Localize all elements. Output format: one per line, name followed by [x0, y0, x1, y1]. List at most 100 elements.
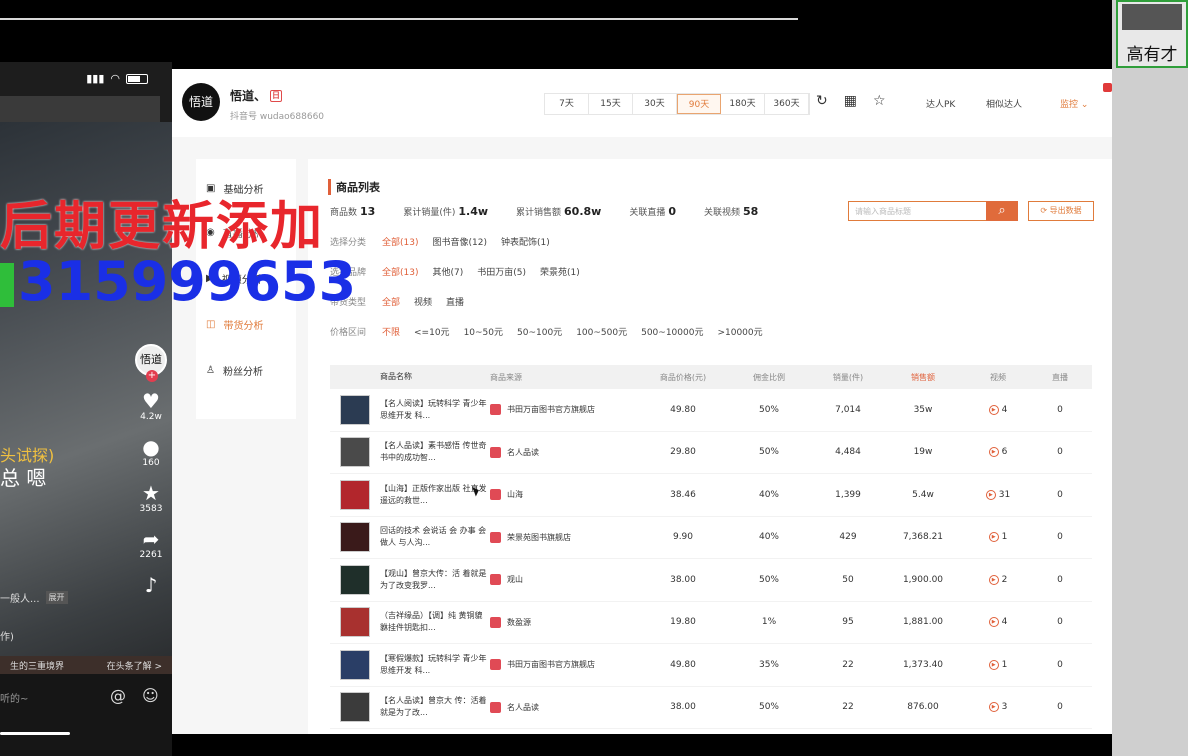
like-button[interactable]: ♥ 4.2w — [140, 390, 162, 422]
range-tab[interactable]: 15天 — [589, 94, 633, 114]
product-source[interactable]: 书田万亩图书官方旗舰店 — [490, 659, 646, 671]
range-tab[interactable]: 90天 — [677, 94, 721, 114]
table-row[interactable]: 【名人品读】曾京大 传：活着就是为了改... 名人品读 38.00 50% 22 876.… — [330, 687, 1092, 729]
filter-option[interactable]: 荣景苑(1) — [540, 265, 580, 278]
product-price: 49.80 — [670, 659, 696, 670]
table-row[interactable]: 【名人阅读】玩转科学 青少年思维开发 科... 书田万亩图书官方旗舰店 49.80 5… — [330, 389, 1092, 432]
product-search-input[interactable]: 请输入商品标题 — [848, 201, 988, 221]
music-disc[interactable]: ♪ — [145, 574, 158, 596]
column-header[interactable]: 直播 — [1028, 372, 1092, 383]
sales-count: 22 — [842, 702, 854, 713]
filter-option[interactable]: 10~50元 — [464, 325, 503, 338]
related-bar[interactable]: 生的三重境界 在头条了解 > — [0, 656, 172, 674]
filter-option[interactable]: 其他(7) — [432, 265, 463, 278]
column-header[interactable]: 视频 — [968, 372, 1028, 383]
video-count[interactable]: ▶ 31 — [968, 489, 1028, 500]
star-icon[interactable]: ☆ — [873, 93, 886, 109]
filter-option[interactable]: 不限 — [382, 325, 400, 338]
filter-option[interactable]: <=10元 — [414, 325, 450, 338]
sidebar-item-goods[interactable]: ◫ 带货分析 — [206, 317, 263, 332]
product-name[interactable]: 回话的技术 会说话 会 办事 会做人 与人沟... — [374, 525, 490, 549]
video-count[interactable]: ▶ 2 — [968, 574, 1028, 585]
table-row[interactable]: 【观山】曾京大传：活 着就是为了改变我罗... 观山 38.00 50% 50 1,900… — [330, 559, 1092, 602]
home-indicator — [0, 732, 70, 735]
column-header[interactable]: 销量(件) — [818, 372, 878, 383]
product-name[interactable]: 【名人品读】曾京大 传：活着就是为了改... — [374, 695, 490, 719]
product-thumbnail[interactable] — [340, 522, 370, 553]
favorite-button[interactable]: ★ 3583 — [140, 482, 163, 514]
product-name[interactable]: 【观山】曾京大传：活 着就是为了改变我罗... — [374, 568, 490, 592]
sidebar-item-fans[interactable]: ♙ 粉丝分析 — [206, 363, 263, 378]
filter-option[interactable]: 视频 — [414, 295, 432, 308]
monitor-link[interactable]: 监控 ⌄ — [1060, 97, 1088, 110]
product-thumbnail[interactable] — [340, 479, 370, 510]
range-tab[interactable]: 7天 — [545, 94, 589, 114]
video-count[interactable]: ▶ 6 — [968, 447, 1028, 458]
commission-rate: 50% — [758, 702, 779, 713]
similar-link[interactable]: 相似达人 — [986, 97, 1022, 110]
product-source[interactable]: 荣景苑图书旗舰店 — [490, 531, 646, 543]
product-name[interactable]: 【寒假爆款】玩转科学 青少年思维开发 科... — [374, 653, 490, 677]
comment-icon: ● — [142, 435, 160, 459]
expand-tag[interactable]: 展开 — [45, 591, 68, 604]
filter-option[interactable]: 全部 — [382, 295, 400, 308]
product-thumbnail[interactable] — [340, 692, 370, 723]
table-row[interactable]: 【名人品读】素书感悟 传世奇书中的成功智... 名人品读 29.80 50% 4,484… — [330, 432, 1092, 474]
share-button[interactable]: ➦ 2261 — [140, 528, 163, 560]
at-icon[interactable]: @ — [110, 686, 126, 705]
filter-option[interactable]: 500~10000元 — [641, 325, 703, 338]
filter-option[interactable]: 书田万亩(5) — [477, 265, 526, 278]
product-thumbnail[interactable] — [340, 607, 370, 638]
filter-option[interactable]: 直播 — [446, 295, 464, 308]
video-count[interactable]: ▶ 4 — [968, 404, 1028, 415]
column-header[interactable]: 销售额 — [878, 372, 968, 383]
follow-plus-icon[interactable]: + — [146, 370, 158, 382]
qrcode-icon[interactable]: ▦ — [844, 93, 857, 109]
product-name[interactable]: 【名人阅读】玩转科学 青少年思维开发 科... — [374, 398, 490, 422]
video-count[interactable]: ▶ 1 — [968, 659, 1028, 670]
search-button[interactable]: ⌕ — [986, 201, 1018, 221]
product-price: 38.00 — [670, 702, 696, 713]
product-source[interactable]: 数盈源 — [490, 616, 646, 628]
table-row[interactable]: 【寒假爆款】玩转科学 青少年思维开发 科... 书田万亩图书官方旗舰店 49.80 3… — [330, 644, 1092, 687]
filter-option[interactable]: 全部(13) — [382, 235, 418, 248]
table-row[interactable]: 回话的技术 会说话 会 办事 会做人 与人沟... 荣景苑图书旗舰店 9.90 40%… — [330, 517, 1092, 559]
product-thumbnail[interactable] — [340, 649, 370, 680]
range-tab[interactable]: 360天 — [765, 94, 809, 114]
pk-link[interactable]: 达人PK — [926, 97, 955, 110]
phone-search-bar[interactable] — [0, 96, 160, 122]
product-source[interactable]: 名人品读 — [490, 701, 646, 713]
video-count[interactable]: ▶ 1 — [968, 532, 1028, 543]
table-row[interactable]: （吉祥缘品）【调】纯 黄铜貔貅挂件钥匙扣... 数盈源 19.80 1% 95 1,881… — [330, 602, 1092, 644]
product-name[interactable]: 【名人品读】素书感悟 传世奇书中的成功智... — [374, 440, 490, 464]
filter-option[interactable]: 100~500元 — [576, 325, 627, 338]
participant-tile[interactable]: 高有才 — [1116, 0, 1188, 68]
filter-option[interactable]: 图书音像(12) — [432, 235, 486, 248]
video-count[interactable]: ▶ 4 — [968, 617, 1028, 628]
product-thumbnail[interactable] — [340, 437, 370, 468]
export-button[interactable]: ⟳ 导出数据 — [1028, 201, 1094, 221]
filter-option[interactable]: >10000元 — [717, 325, 762, 338]
range-tab[interactable]: 180天 — [721, 94, 765, 114]
comment-button[interactable]: ● 160 — [142, 436, 159, 468]
comment-input[interactable]: 听的~ — [0, 690, 28, 705]
related-link[interactable]: 在头条了解 > — [107, 659, 162, 672]
video-count[interactable]: ▶ 3 — [968, 702, 1028, 713]
product-thumbnail[interactable] — [340, 394, 370, 425]
filter-option[interactable]: 50~100元 — [517, 325, 562, 338]
column-header[interactable]: 商品价格(元) — [646, 372, 720, 383]
product-name[interactable]: （吉祥缘品）【调】纯 黄铜貔貅挂件钥匙扣... — [374, 610, 490, 634]
product-source[interactable]: 山海 — [490, 489, 646, 501]
author-avatar[interactable]: 悟道 + — [135, 344, 167, 382]
range-tab[interactable]: 30天 — [633, 94, 677, 114]
table-row[interactable]: 【山海】正版作家出版 社直发 遥远的救世... 山海 38.46 40% 1,399 5.… — [330, 474, 1092, 517]
filter-option[interactable]: 钟表配饰(1) — [501, 235, 550, 248]
emoji-icon[interactable]: ☺ — [142, 686, 159, 705]
refresh-icon[interactable]: ↻ — [816, 93, 828, 109]
column-header[interactable]: 佣金比例 — [720, 372, 818, 383]
product-source[interactable]: 名人品读 — [490, 446, 646, 458]
filter-option[interactable]: 全部(13) — [382, 265, 418, 278]
product-source[interactable]: 书田万亩图书官方旗舰店 — [490, 404, 646, 416]
product-thumbnail[interactable] — [340, 564, 370, 595]
product-source[interactable]: 观山 — [490, 574, 646, 586]
